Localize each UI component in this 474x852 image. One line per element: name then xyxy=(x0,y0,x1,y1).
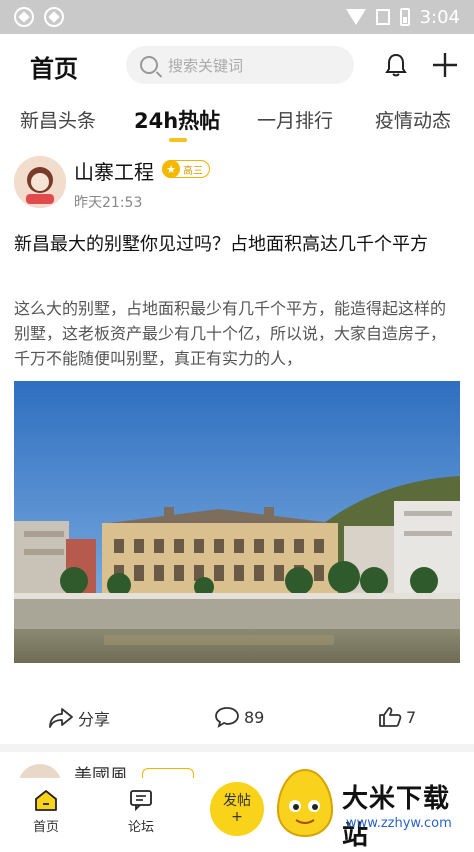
bell-icon[interactable] xyxy=(384,52,408,78)
share-icon xyxy=(49,708,73,728)
star-icon: ★ xyxy=(162,160,180,178)
new-post-button[interactable]: 发帖 + xyxy=(210,782,264,836)
comment-icon xyxy=(215,707,239,728)
nav-forum-label: 论坛 xyxy=(128,820,155,835)
category-tabs: 新昌头条 24h热帖 一月排行 疫情动态 xyxy=(0,98,474,146)
tab-headlines[interactable]: 新昌头条 xyxy=(20,106,96,133)
level-badge: ★ 高三 xyxy=(162,160,210,178)
tab-24h-hot[interactable]: 24h热帖 xyxy=(134,105,220,135)
forum-icon xyxy=(130,790,152,812)
post-image[interactable] xyxy=(14,381,460,663)
author-name[interactable]: 美國風 xyxy=(74,762,128,778)
nav-forum[interactable]: 论坛 xyxy=(128,788,154,835)
like-count: 7 xyxy=(406,707,417,727)
status-time: 3:04 xyxy=(419,6,460,28)
nav-home[interactable]: 首页 xyxy=(33,788,59,835)
app-notification-icon xyxy=(14,7,34,27)
search-input[interactable]: 搜索关键词 xyxy=(126,46,354,84)
comment-count: 89 xyxy=(244,707,265,727)
mascot-icon xyxy=(276,768,334,838)
share-button[interactable]: 分享 xyxy=(48,706,110,730)
active-tab-indicator xyxy=(169,138,187,142)
wifi-icon xyxy=(345,9,366,25)
post-time: 昨天21:53 xyxy=(74,195,143,211)
new-post-plus: + xyxy=(231,809,243,825)
new-post-label: 发帖 xyxy=(223,793,251,809)
nav-home-label: 首页 xyxy=(33,820,60,835)
comment-button[interactable]: 89 xyxy=(214,706,264,728)
battery-icon xyxy=(399,8,410,26)
share-label: 分享 xyxy=(78,710,111,729)
tab-monthly-ranking[interactable]: 一月排行 xyxy=(257,106,333,133)
like-button[interactable]: 7 xyxy=(378,706,416,728)
search-icon xyxy=(140,56,158,74)
sim-icon xyxy=(375,9,390,25)
watermark: 大米下载站 www.zzhyw.com xyxy=(268,764,474,851)
add-icon[interactable] xyxy=(432,52,458,78)
post-actions: 分享 89 7 xyxy=(0,700,474,734)
home-icon xyxy=(35,790,57,811)
status-bar: 3:04 xyxy=(0,0,474,34)
watermark-text: 大米下载站 xyxy=(342,784,451,851)
app-header: 首页 搜索关键词 xyxy=(0,34,474,98)
avatar[interactable] xyxy=(14,156,66,208)
app-notification-icon xyxy=(44,7,64,27)
post-divider xyxy=(0,744,474,752)
search-placeholder: 搜索关键词 xyxy=(168,56,244,75)
watermark-url: www.zzhyw.com xyxy=(346,816,452,831)
tab-epidemic[interactable]: 疫情动态 xyxy=(375,106,451,133)
page-title: 首页 xyxy=(30,55,78,83)
thumbs-up-icon xyxy=(379,707,402,727)
post-excerpt[interactable]: 这么大的别墅，占地面积最少有几千个平方，能造得起这样的别墅，这老板资产最少有几十… xyxy=(14,296,460,371)
level-text: 高三 xyxy=(183,165,203,177)
author-name[interactable]: 山寨工程 xyxy=(74,156,154,185)
post-title[interactable]: 新昌最大的别墅你见过吗？占地面积高达几千个平方 xyxy=(14,232,460,258)
